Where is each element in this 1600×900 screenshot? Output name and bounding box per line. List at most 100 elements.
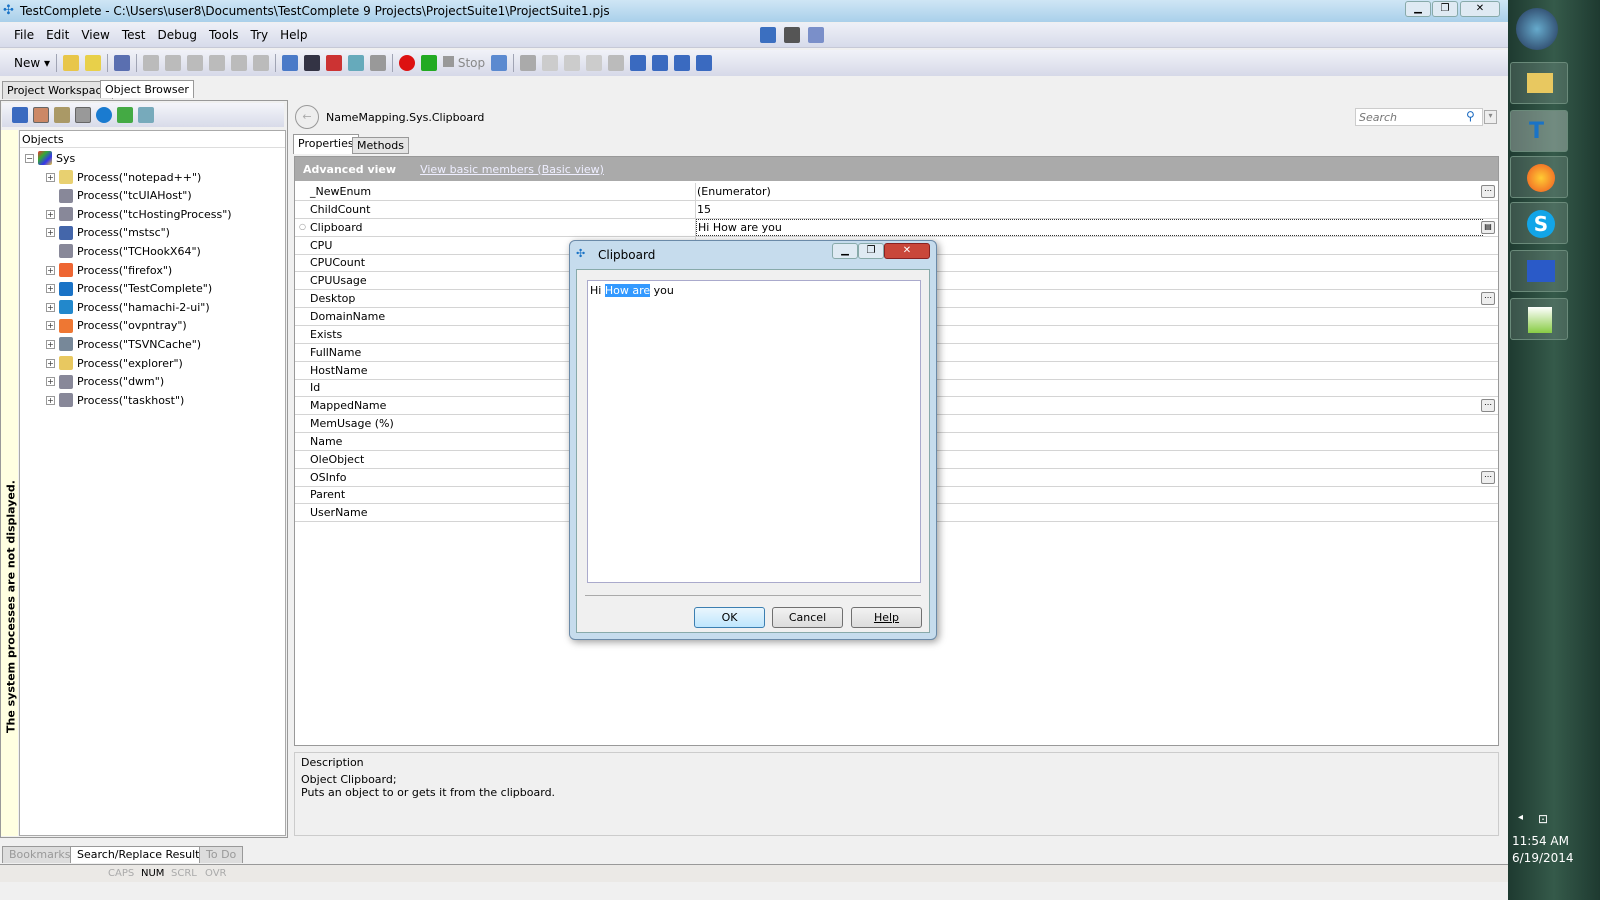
menu-help[interactable]: Help xyxy=(280,28,307,42)
debug-icon[interactable] xyxy=(491,55,508,71)
step-into-icon[interactable] xyxy=(542,55,559,71)
edit-property-button[interactable]: ⋯ xyxy=(1481,399,1495,413)
notepadpp-taskbar-icon[interactable] xyxy=(1510,298,1568,340)
new-button[interactable]: New ▾ xyxy=(14,56,50,70)
collapse-icon[interactable]: − xyxy=(25,153,34,163)
edit-property-button[interactable]: ⋯ xyxy=(1481,292,1495,306)
start-button[interactable] xyxy=(1516,8,1558,50)
ok-button[interactable]: OK xyxy=(694,607,765,628)
tree-item-sys[interactable]: − Sys xyxy=(25,149,75,167)
tree-item-process[interactable]: + Process("tcHostingProcess") xyxy=(46,205,232,223)
tree-item-process[interactable]: + Process("dwm") xyxy=(46,373,164,391)
tree-item-process[interactable]: + Process("mstsc") xyxy=(46,224,170,242)
network-icon[interactable]: ⊡ xyxy=(1538,812,1548,826)
cancel-button[interactable]: Cancel xyxy=(772,607,843,628)
filter-icon[interactable] xyxy=(117,107,133,123)
menu-try[interactable]: Try xyxy=(251,28,269,42)
expand-icon[interactable]: + xyxy=(46,321,55,331)
menu-file[interactable]: File xyxy=(14,28,34,42)
remote-desktop-taskbar-icon[interactable] xyxy=(1510,250,1568,292)
processes-icon[interactable] xyxy=(33,107,49,123)
toggle-icon[interactable] xyxy=(75,107,91,123)
tree-item-process[interactable]: + Process("hamachi-2-ui") xyxy=(46,298,210,316)
search-input[interactable]: Search xyxy=(1355,108,1483,126)
dialog-close-button[interactable]: ✕ xyxy=(884,243,930,259)
record-icon[interactable] xyxy=(399,55,416,71)
screenshot-icon[interactable] xyxy=(348,55,365,71)
cut-icon[interactable] xyxy=(187,55,204,71)
search-icon[interactable]: ⚲ xyxy=(1466,109,1475,123)
tree-item-process[interactable]: Process("tcUIAHost") xyxy=(46,187,192,205)
bookmark-icon[interactable] xyxy=(326,55,343,71)
view-icon[interactable] xyxy=(630,55,647,71)
redo-icon[interactable] xyxy=(165,55,182,71)
close-button[interactable]: ✕ xyxy=(1460,1,1500,17)
tab-project-workspace[interactable]: Project Workspace xyxy=(2,81,114,99)
testcomplete-taskbar-icon[interactable]: T xyxy=(1510,110,1568,152)
back-icon[interactable]: ← xyxy=(295,105,319,129)
workspace-icon[interactable] xyxy=(760,27,776,43)
tree-item-process[interactable]: + Process("notepad++") xyxy=(46,168,201,186)
tab-properties[interactable]: Properties xyxy=(293,134,359,154)
show-hidden-icons[interactable]: ◂ xyxy=(1518,812,1523,823)
run-icon[interactable] xyxy=(421,55,438,71)
object-spy-icon[interactable] xyxy=(304,55,321,71)
refresh-icon[interactable] xyxy=(96,107,112,123)
help-button[interactable]: Help xyxy=(851,607,922,628)
tree-item-process[interactable]: + Process("ovpntray") xyxy=(46,317,187,335)
menu-edit[interactable]: Edit xyxy=(46,28,69,42)
expand-icon[interactable]: + xyxy=(46,265,55,275)
step-out-icon[interactable] xyxy=(586,55,603,71)
expand-icon[interactable]: + xyxy=(46,358,55,368)
clock-time[interactable]: 11:54 AM xyxy=(1512,834,1569,848)
tab-search-replace-results[interactable]: Search/Replace Results xyxy=(70,846,213,863)
edit-property-button[interactable]: ▤ xyxy=(1481,220,1495,234)
report-icon[interactable] xyxy=(674,55,691,71)
dialog-minimize-button[interactable]: ▁ xyxy=(832,243,858,259)
windows-icon[interactable] xyxy=(784,27,800,43)
tree-item-process[interactable]: + Process("taskhost") xyxy=(46,391,184,409)
skype-taskbar-icon[interactable]: S xyxy=(1510,202,1568,244)
tree-item-process[interactable]: + Process("TestComplete") xyxy=(46,280,212,298)
property-row[interactable]: _NewEnum (Enumerator) ⋯ xyxy=(295,183,1498,201)
pause-icon[interactable] xyxy=(520,55,537,71)
tree-item-process[interactable]: + Process("TSVNCache") xyxy=(46,335,201,353)
clock-date[interactable]: 6/19/2014 xyxy=(1512,851,1574,865)
maximize-button[interactable]: ❐ xyxy=(1432,1,1458,17)
menu-tools[interactable]: Tools xyxy=(209,28,239,42)
services-icon[interactable] xyxy=(54,107,70,123)
expand-icon[interactable]: + xyxy=(46,339,55,349)
save-icon[interactable] xyxy=(114,55,131,71)
delete-icon[interactable] xyxy=(253,55,270,71)
tree-item-process[interactable]: + Process("explorer") xyxy=(46,354,183,372)
search-dropdown-icon[interactable]: ▾ xyxy=(1484,110,1497,124)
edit-property-button[interactable]: ⋯ xyxy=(1481,470,1495,484)
minimize-button[interactable]: ▁ xyxy=(1405,1,1431,17)
open-project-icon[interactable] xyxy=(85,55,102,71)
property-row[interactable]: ChildCount 15 xyxy=(295,200,1498,219)
menu-test[interactable]: Test xyxy=(122,28,146,42)
tab-to-do[interactable]: To Do xyxy=(199,846,244,863)
firefox-taskbar-icon[interactable] xyxy=(1510,156,1568,198)
log-icon[interactable] xyxy=(652,55,669,71)
basic-view-link[interactable]: View basic members (Basic view) xyxy=(420,163,604,176)
expand-icon[interactable]: + xyxy=(46,228,55,238)
calculator-icon[interactable] xyxy=(608,55,625,71)
windows-view-icon[interactable] xyxy=(12,107,28,123)
undo-icon[interactable] xyxy=(143,55,160,71)
expand-icon[interactable]: + xyxy=(46,284,55,294)
step-over-icon[interactable] xyxy=(564,55,581,71)
tab-methods[interactable]: Methods xyxy=(352,137,409,154)
edit-property-button[interactable]: ⋯ xyxy=(1481,185,1495,198)
find-icon[interactable] xyxy=(138,107,154,123)
stop-button[interactable]: Stop xyxy=(443,56,485,70)
menu-view[interactable]: View xyxy=(81,28,109,42)
expand-icon[interactable]: + xyxy=(46,395,55,405)
tree-item-process[interactable]: Process("TCHookX64") xyxy=(46,242,201,260)
dialog-maximize-button[interactable]: ❐ xyxy=(858,243,884,259)
expand-icon[interactable]: + xyxy=(46,377,55,387)
open-icon[interactable] xyxy=(63,55,80,71)
tab-object-browser[interactable]: Object Browser xyxy=(100,80,194,98)
clipboard-text-area[interactable]: Hi How are you xyxy=(587,280,921,583)
paste-icon[interactable] xyxy=(231,55,248,71)
